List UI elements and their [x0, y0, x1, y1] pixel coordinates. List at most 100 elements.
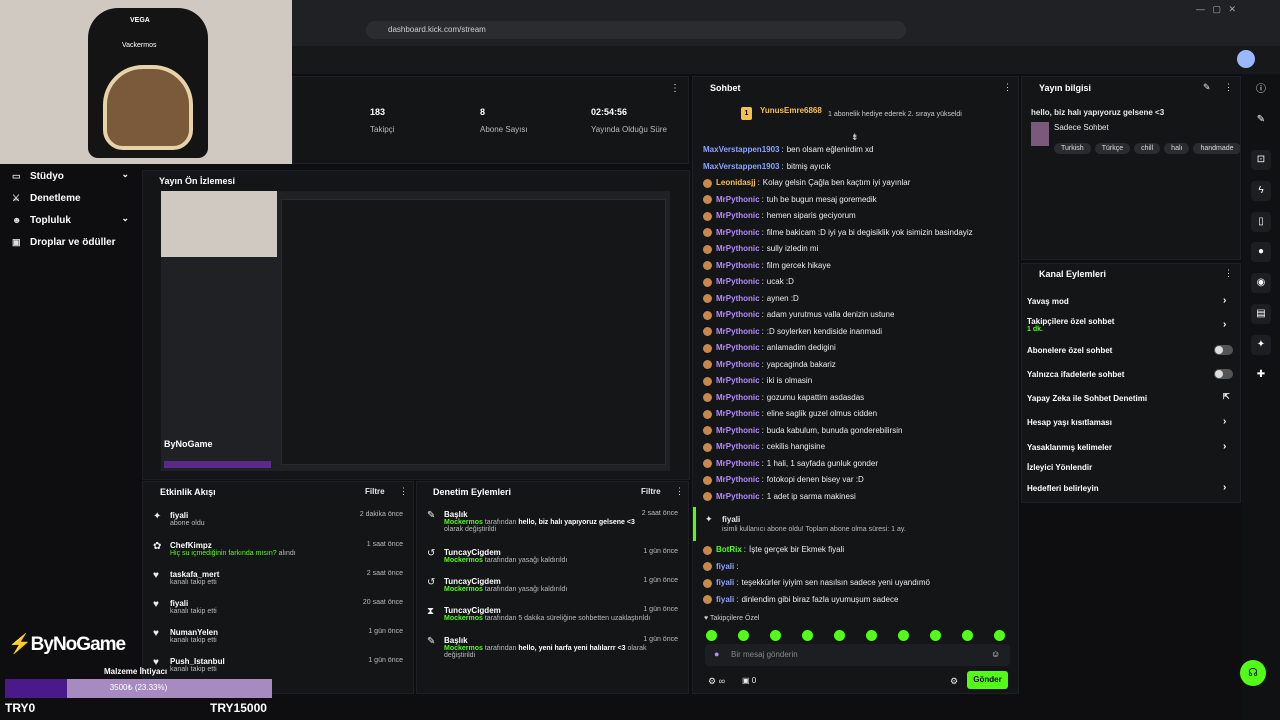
sidebar-item-moderation[interactable]: ⚔ Denetleme: [0, 187, 145, 209]
chat-username[interactable]: MrPythonic: [716, 258, 760, 275]
chat-username[interactable]: fiyali: [716, 575, 734, 592]
chat-message: MrPythonic: buda kabulum, bunuda gondereb…: [703, 423, 1013, 440]
tag-chip[interactable]: halı: [1164, 143, 1190, 154]
badge-icon: [703, 310, 712, 320]
subscribers-only-toggle[interactable]: [1214, 345, 1233, 355]
list-item: ✎ Başlık Mockermos tarafından hello, yeni …: [427, 636, 678, 659]
action-ai-moderation[interactable]: Yapay Zeka ile Sohbet Denetimi ⇱: [1027, 392, 1230, 403]
stats-panel: 183 Takipçi 8 Abone Sayısı 02:54:56 Yayında…: [292, 76, 689, 164]
info-icon[interactable]: ⓘ: [1251, 80, 1271, 100]
address-bar[interactable]: dashboard.kick.com/stream: [366, 21, 906, 39]
badge-icon: [703, 475, 712, 485]
save-icon[interactable]: ▤: [1251, 304, 1271, 324]
broadcast-icon[interactable]: ◉: [1251, 273, 1271, 293]
badge-icon: [703, 244, 712, 254]
pencil-icon[interactable]: ✎: [1203, 82, 1211, 93]
avatar[interactable]: [1237, 50, 1255, 68]
chat-username[interactable]: MrPythonic: [716, 307, 760, 324]
tag-chip[interactable]: Türkçe: [1094, 143, 1131, 154]
send-button[interactable]: Gönder: [967, 671, 1008, 689]
mic-icon[interactable]: ●: [714, 649, 719, 659]
chat-username[interactable]: MrPythonic: [716, 439, 760, 456]
more-icon[interactable]: ⋮: [399, 486, 408, 497]
chat-message: MrPythonic: aynen :D: [703, 291, 1013, 308]
chat-username[interactable]: MrPythonic: [716, 208, 760, 225]
more-icon[interactable]: ⋮: [1224, 82, 1233, 93]
chat-message: MrPythonic: sully izledin mi: [703, 241, 1013, 258]
chat-username[interactable]: MrPythonic: [716, 406, 760, 423]
chat-text: 1 adet ip sarma makinesi: [766, 491, 856, 501]
tag-list: Turkish Türkçe chill halı handmade: [1054, 137, 1240, 155]
tag-chip[interactable]: Turkish: [1054, 143, 1091, 154]
more-icon[interactable]: ⋮: [675, 486, 684, 497]
pencil-icon[interactable]: ✎: [1251, 110, 1271, 130]
gear-icon[interactable]: ⚙: [950, 676, 958, 687]
chat-username[interactable]: MrPythonic: [716, 423, 760, 440]
puzzle-icon[interactable]: ✚: [1251, 365, 1271, 385]
chevron-right-icon: ›: [1223, 416, 1227, 427]
undo-icon: ↺: [427, 577, 436, 588]
chat-username[interactable]: Leonidasjj: [716, 175, 756, 192]
chat-username[interactable]: MrPythonic: [716, 373, 760, 390]
chat-username[interactable]: MaxVerstappen1903: [703, 142, 780, 159]
window-controls[interactable]: — ▢ ✕: [1196, 4, 1236, 15]
list-item: ✎ Başlık Mockermos tarafından hello, biz h…: [427, 510, 678, 533]
chat-username[interactable]: MrPythonic: [716, 489, 760, 506]
bolt-icon[interactable]: ϟ: [1251, 181, 1271, 201]
chat-username[interactable]: MrPythonic: [716, 241, 760, 258]
chat-username[interactable]: MrPythonic: [716, 225, 760, 242]
chat-username[interactable]: fiyali: [716, 559, 734, 576]
sidebar-item-drops[interactable]: ▣ Droplar ve ödüller: [0, 231, 145, 253]
chat-username[interactable]: MaxVerstappen1903: [703, 159, 780, 176]
list-item: ↺ TuncayCigdem Mockermos tarafından yasağı…: [427, 577, 678, 593]
chat-username[interactable]: MrPythonic: [716, 324, 760, 341]
chat-username[interactable]: MrPythonic: [716, 390, 760, 407]
action-slow-mode[interactable]: Yavaş mod ›: [1027, 295, 1226, 306]
more-icon[interactable]: ⋮: [670, 83, 680, 94]
chat-username[interactable]: MrPythonic: [716, 274, 760, 291]
wrench-icon[interactable]: ✦: [1251, 335, 1271, 355]
action-goals[interactable]: Hedefleri belirleyin ›: [1027, 482, 1226, 493]
chat-username[interactable]: MrPythonic: [716, 357, 760, 374]
chat-username[interactable]: MrPythonic: [716, 456, 760, 473]
chat-text: tuh be bugun mesaj goremedik: [766, 194, 877, 204]
action-raid[interactable]: İzleyici Yönlendir: [1027, 463, 1092, 472]
action-emote-only[interactable]: Yalnızca ifadelerle sohbet: [1027, 370, 1124, 379]
tag-chip[interactable]: handmade: [1193, 143, 1240, 154]
chat-text: filme bakicam :D iyi ya bi degisiklik yo…: [766, 227, 973, 237]
hourglass-icon: ⧗: [427, 606, 435, 617]
chat-icon[interactable]: ●: [1251, 242, 1271, 262]
action-subscribers-only[interactable]: Abonelere özel sohbet: [1027, 346, 1112, 355]
stream-preview[interactable]: ByNoGame: [161, 191, 670, 471]
sidebar-item-community[interactable]: ☻ Topluluk ⌄: [0, 209, 145, 231]
chevron-right-icon: ›: [1223, 482, 1227, 493]
chat-input[interactable]: ● Bir mesaj gönderin ☺: [705, 644, 1010, 666]
badge-icon: [703, 426, 712, 436]
undo-icon: ↺: [427, 548, 436, 559]
chat-text: adam yurutmus valla denizin ustune: [766, 310, 895, 319]
action-account-age[interactable]: Hesap yaşı kısıtlaması ›: [1027, 416, 1226, 427]
action-followers-only[interactable]: Takipçilere özel sohbet 1 dk. ›: [1027, 317, 1226, 333]
chat-username[interactable]: MrPythonic: [716, 291, 760, 308]
emote-only-toggle[interactable]: [1214, 369, 1233, 379]
tag-chip[interactable]: chill: [1134, 143, 1161, 154]
more-icon[interactable]: ⋮: [1003, 82, 1012, 93]
action-banned-words[interactable]: Yasaklanmış kelimeler ›: [1027, 441, 1226, 452]
emoji-icon[interactable]: ☺: [991, 649, 1000, 659]
document-icon[interactable]: ▯: [1251, 212, 1271, 232]
filter-button[interactable]: Filtre: [641, 487, 661, 496]
preview-goal-bar: [164, 461, 271, 468]
chat-username[interactable]: MrPythonic: [716, 340, 760, 357]
pinned-user[interactable]: YunusEmre6868: [760, 106, 822, 115]
chat-username[interactable]: MrPythonic: [716, 472, 760, 489]
settings-icon[interactable]: ⚙ ∞: [708, 676, 725, 687]
sidebar-item-studio[interactable]: ▭ Stüdyo ⌄: [0, 165, 145, 187]
chat-username[interactable]: BotRix: [716, 542, 742, 559]
chat-username[interactable]: fiyali: [716, 592, 734, 609]
layout-icon[interactable]: ⊡: [1251, 150, 1271, 170]
chat-text: buda kabulum, bunuda gonderebilirsin: [766, 425, 903, 435]
support-icon[interactable]: ☊: [1240, 660, 1266, 686]
chat-username[interactable]: MrPythonic: [716, 192, 760, 209]
more-icon[interactable]: ⋮: [1224, 268, 1233, 279]
filter-button[interactable]: Filtre: [365, 487, 385, 496]
